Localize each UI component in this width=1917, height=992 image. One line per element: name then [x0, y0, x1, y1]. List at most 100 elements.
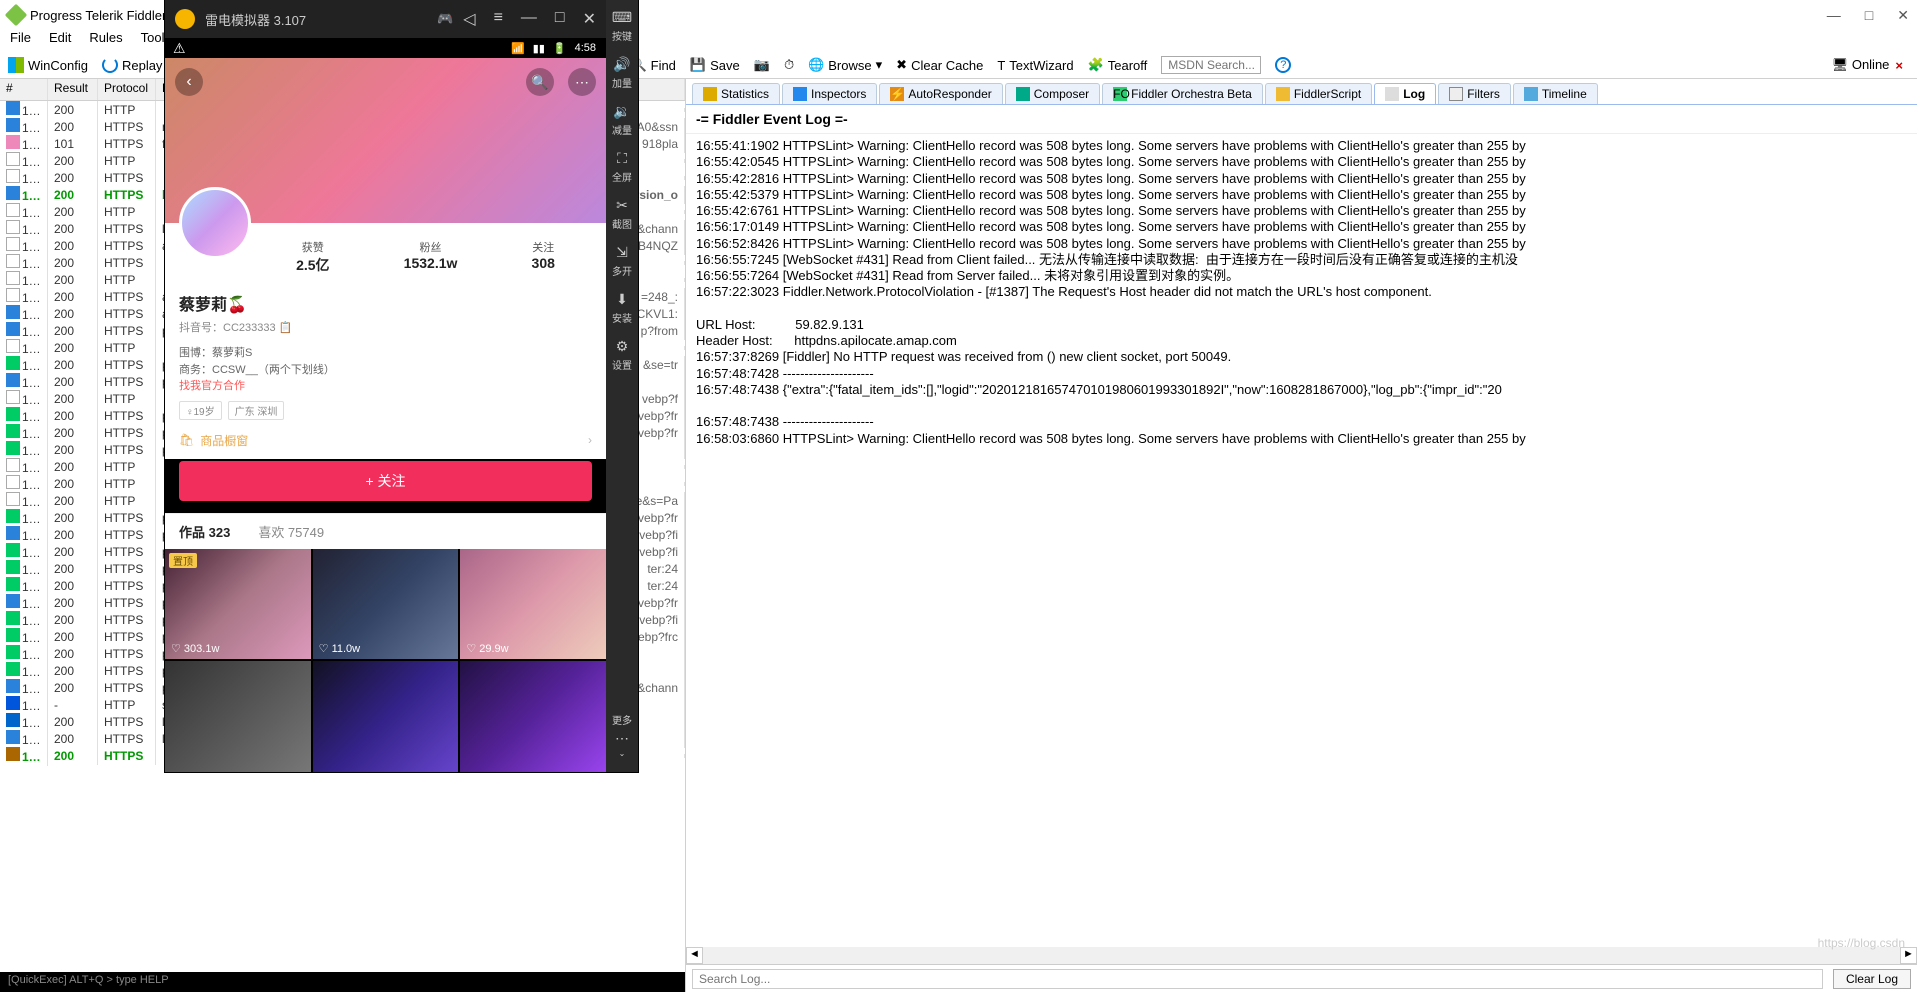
likes-2: ♡ 11.0w	[319, 642, 360, 655]
session-type-icon	[6, 713, 20, 727]
video-thumb-1[interactable]: 置顶♡ 303.1w	[165, 549, 311, 660]
watermark: https://blog.csdn	[1818, 936, 1905, 950]
log-content[interactable]: 16:55:41:1902 HTTPSLint> Warning: Client…	[686, 134, 1917, 947]
session-type-icon	[6, 118, 20, 132]
col-result[interactable]: Result	[48, 79, 98, 100]
session-type-icon	[6, 475, 20, 489]
tab-composer[interactable]: Composer	[1005, 83, 1100, 104]
save-button[interactable]: 💾 Save	[690, 57, 740, 73]
video-thumb-2[interactable]: ♡ 11.0w	[313, 549, 459, 660]
msdn-search-input[interactable]	[1161, 56, 1261, 74]
profile-section: 获赞2.5亿 粉丝1532.1w 关注308 蔡萝莉🍒 抖音号：CC233333…	[165, 223, 606, 459]
maximize-button[interactable]: □	[1865, 7, 1873, 24]
tab-fiddlerscript[interactable]: FiddlerScript	[1265, 83, 1372, 104]
composer-icon	[1016, 87, 1030, 101]
col-id[interactable]: #	[0, 79, 48, 100]
session-type-icon	[6, 696, 20, 710]
emu-side-安装[interactable]: ⬇安装	[612, 290, 632, 325]
menu-file[interactable]: File	[10, 30, 31, 52]
emu-close-button[interactable]: ✕	[583, 9, 596, 29]
emu-menu-button[interactable]: ≡	[494, 9, 503, 29]
session-type-icon	[6, 577, 20, 591]
tab-inspectors[interactable]: Inspectors	[782, 83, 877, 104]
winconfig-button[interactable]: WinConfig	[8, 57, 88, 73]
log-scrollbar[interactable]: ◄ ►	[686, 947, 1917, 964]
online-indicator[interactable]: 🖥 Online	[1832, 57, 1890, 73]
autoresponder-icon: ⚡	[890, 87, 904, 101]
close-button[interactable]: ✕	[1897, 7, 1909, 24]
col-protocol[interactable]: Protocol	[98, 79, 156, 100]
tearoff-button[interactable]: 🧩 Tearoff	[1088, 57, 1148, 73]
minimize-button[interactable]: —	[1827, 7, 1841, 24]
help-icon[interactable]: ?	[1275, 57, 1291, 73]
tab-filters[interactable]: Filters	[1438, 83, 1511, 104]
more-icon: ⋯	[613, 729, 631, 747]
inspectors-icon	[793, 87, 807, 101]
tag-age: ♀19岁	[179, 401, 222, 420]
video-thumb-4[interactable]	[165, 661, 311, 772]
emu-minimize-button[interactable]: —	[521, 9, 537, 29]
video-thumb-3[interactable]: ♡ 29.9w	[460, 549, 606, 660]
screenshot-button[interactable]: 📷	[754, 57, 770, 73]
emulator-title: 雷电模拟器 3.107	[205, 10, 427, 29]
tab-orchestra[interactable]: FOFiddler Orchestra Beta	[1102, 83, 1263, 104]
scroll-left-button[interactable]: ◄	[686, 947, 703, 964]
emu-maximize-button[interactable]: □	[555, 9, 565, 29]
emu-side-截图[interactable]: ✂截图	[612, 196, 632, 231]
browse-button[interactable]: 🌐 Browse ▾	[808, 57, 882, 73]
cherries-icon: 🍒	[227, 297, 247, 314]
emulator-titlebar[interactable]: 雷电模拟器 3.107 🎮 ◁ ≡ — □ ✕	[165, 0, 606, 38]
session-type-icon	[6, 373, 20, 387]
tab-works[interactable]: 作品 323	[165, 514, 244, 549]
menu-rules[interactable]: Rules	[89, 30, 122, 52]
tab-statistics[interactable]: Statistics	[692, 83, 780, 104]
tab-user-likes[interactable]: 喜欢 75749	[244, 514, 338, 549]
clear-cache-button[interactable]: ✖ Clear Cache	[896, 57, 983, 73]
shop-row[interactable]: 🛍 商品橱窗 ›	[179, 432, 592, 459]
quickexec[interactable]: [QuickExec] ALT+Q > type HELP	[0, 972, 685, 992]
session-type-icon	[6, 730, 20, 744]
emu-side-全屏[interactable]: ⛶全屏	[612, 149, 632, 184]
tab-log[interactable]: Log	[1374, 83, 1436, 104]
coop-link[interactable]: 找我官方合作	[179, 378, 592, 395]
filters-icon	[1449, 87, 1463, 101]
tab-autoresponder[interactable]: ⚡AutoResponder	[879, 83, 1002, 104]
avatar[interactable]	[179, 187, 251, 259]
emu-side-减量[interactable]: 🔉减量	[612, 102, 632, 137]
toolbar-close-button[interactable]: ×	[1895, 58, 1903, 73]
search-log-input[interactable]	[692, 969, 1823, 989]
windows-icon	[8, 57, 24, 73]
more-button[interactable]: ⋯	[568, 68, 596, 96]
tab-timeline[interactable]: Timeline	[1513, 83, 1598, 104]
replay-button[interactable]: Replay	[102, 57, 162, 73]
stat-follow[interactable]: 关注308	[532, 239, 555, 275]
emu-back-button[interactable]: ◁	[463, 9, 475, 29]
profile-id: 抖音号：CC233333 📋	[179, 319, 592, 335]
timer-button[interactable]: ⏱	[784, 57, 794, 73]
textwizard-button[interactable]: T TextWizard	[997, 58, 1073, 73]
inspector-tabs: Statistics Inspectors ⚡AutoResponder Com…	[686, 79, 1917, 105]
emu-side-多开[interactable]: ⇲多开	[612, 243, 632, 278]
emu-side-加量[interactable]: 🔊加量	[612, 55, 632, 90]
video-thumb-6[interactable]	[460, 661, 606, 772]
stats-icon	[703, 87, 717, 101]
orchestra-icon: FO	[1113, 87, 1127, 101]
session-type-icon	[6, 101, 20, 115]
search-button[interactable]: 🔍	[526, 68, 554, 96]
session-type-icon	[6, 594, 20, 608]
emu-side-按键[interactable]: ⌨按键	[612, 8, 632, 43]
gamepad-icon[interactable]: 🎮	[437, 11, 453, 27]
session-type-icon	[6, 305, 20, 319]
stat-likes[interactable]: 获赞2.5亿	[296, 239, 329, 275]
likes-1: ♡ 303.1w	[171, 642, 219, 655]
menu-edit[interactable]: Edit	[49, 30, 71, 52]
follow-button[interactable]: + 关注	[179, 461, 592, 501]
stat-fans[interactable]: 粉丝1532.1w	[404, 239, 458, 275]
back-button[interactable]: ‹	[175, 68, 203, 96]
battery-icon: 🔋	[553, 42, 567, 55]
clear-log-button[interactable]: Clear Log	[1833, 969, 1911, 989]
emu-side-设置[interactable]: ⚙设置	[612, 337, 632, 372]
emu-side-more[interactable]: 更多⋯⌄	[612, 712, 632, 764]
session-type-icon	[6, 509, 20, 523]
video-thumb-5[interactable]	[313, 661, 459, 772]
